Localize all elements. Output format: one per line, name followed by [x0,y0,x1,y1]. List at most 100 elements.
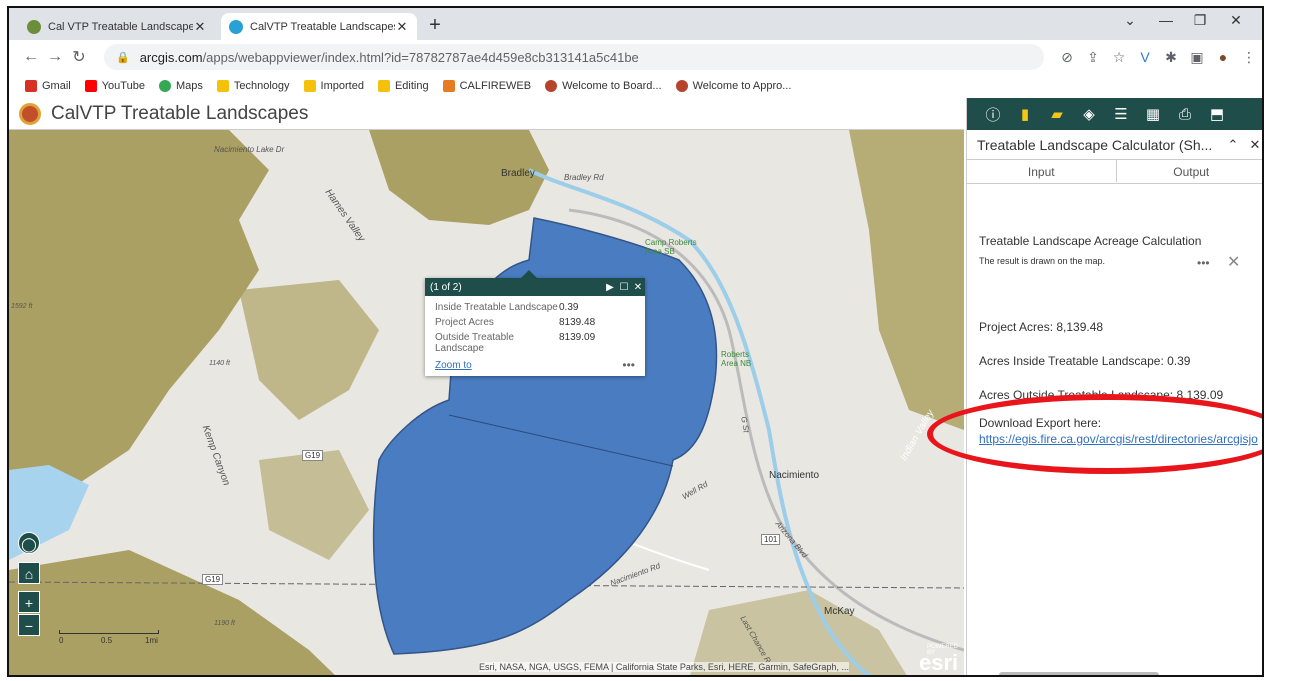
back-icon[interactable]: ← [19,48,43,66]
highlight-annotation-oval [927,394,1262,474]
bookmark-label: Technology [233,80,290,92]
bookmark-maps[interactable]: Maps [158,80,203,92]
browser-toolbar: ← → ↻ 🔒 arcgis.com /apps/webappviewer/in… [9,40,1262,74]
popup-header: (1 of 2) ▶ ☐ ✕ [425,278,645,296]
popup-field-label: Outside Treatable Landscape [435,332,514,354]
tab-output[interactable]: Output [1117,160,1263,183]
bookmarks-bar: Gmail YouTube Maps Technology Imported E… [9,74,1262,98]
result-heading: Treatable Landscape Acreage Calculation [979,234,1202,248]
info-icon[interactable]: ⓘ [977,104,1009,125]
esri-logo: esri [919,650,959,675]
browser-tab-1[interactable]: Cal VTP Treatable Landscapes - V ✕ [19,13,215,40]
zoom-in-button[interactable]: + [18,591,40,613]
forward-icon[interactable]: → [43,48,67,66]
bookmark-welcome-appro[interactable]: Welcome to Appro... [675,80,791,92]
place-label-mckay: McKay [824,606,855,617]
tab-close-icon[interactable]: ✕ [395,19,409,35]
close-panel-icon[interactable]: ✕ [1244,137,1262,153]
place-label-bradley: Bradley [501,168,535,179]
maps-icon [158,80,171,92]
bookmark-welcome-board[interactable]: Welcome to Board... [545,80,662,92]
elevation-label: 1140 ft [209,360,230,367]
address-bar[interactable]: 🔒 arcgis.com /apps/webappviewer/index.ht… [104,44,1044,70]
next-feature-icon[interactable]: ▶ [603,282,617,293]
share-icon[interactable]: ⇪ [1080,46,1106,68]
tab-close-icon[interactable]: ✕ [193,19,207,35]
bookmark-editing[interactable]: Editing [377,80,429,92]
shield-icon [545,80,558,92]
legend-list-icon[interactable]: ☰ [1105,105,1137,123]
place-label-camp-roberts-sb: Camp Roberts Area SB [645,238,697,256]
layers-icon[interactable]: ◈ [1073,105,1105,123]
folder-icon [303,80,316,92]
bookmark-label: Maps [175,80,203,92]
export-icon[interactable]: ⬒ [1201,105,1233,123]
bookmark-label: YouTube [101,80,145,92]
zoom-out-button[interactable]: − [18,614,40,636]
basemap-gallery-icon[interactable]: ▦ [1137,105,1169,123]
minimize-icon[interactable]: — [1153,12,1179,28]
profile-avatar[interactable]: ● [1210,46,1236,68]
calculator-widget-icon[interactable]: ▮ [1009,105,1041,123]
eye-off-icon[interactable]: ⊘ [1054,46,1080,68]
collapse-panel-icon[interactable]: ⌃ [1222,137,1244,153]
bookmark-label: Imported [320,80,364,92]
extension-v-icon[interactable]: V [1132,46,1158,68]
result-more-icon[interactable]: ••• [1197,256,1210,270]
map-canvas[interactable] [9,130,964,677]
road-shield-101: 101 [761,534,781,545]
feature-popup[interactable]: (1 of 2) ▶ ☐ ✕ Inside Treatable Landscap… [425,270,645,376]
bookmark-gmail[interactable]: Gmail [25,80,71,92]
bookmark-star-icon[interactable]: ☆ [1106,46,1132,68]
bookmark-label: CALFIREWEB [459,80,532,92]
side-panel-icon[interactable]: ▣ [1184,46,1210,68]
bookmark-calfireweb[interactable]: CALFIREWEB [442,80,532,92]
print-icon[interactable]: ⎙ [1169,106,1201,123]
panel-title: Treatable Landscape Calculator (Sh... [977,136,1213,153]
new-tab-icon[interactable]: + [423,14,447,37]
place-label-roberts-nb: Roberts Area NB [721,350,752,368]
folder-icon [377,80,390,92]
road-shield-g19: G19 [302,450,324,461]
bookmark-imported[interactable]: Imported [303,80,364,92]
notes-icon[interactable]: ▰ [1041,105,1073,123]
close-window-icon[interactable]: ✕ [1223,12,1249,29]
map-attribution: Esri, NASA, NGA, USGS, FEMA | California… [479,662,849,672]
popup-row: Project Acres 8139.48 [435,317,635,332]
popup-field-value: 8139.48 [559,317,596,328]
browser-tab-2[interactable]: CalVTP Treatable Landscapes ✕ [221,13,417,40]
youtube-icon [84,80,97,92]
map-view[interactable]: Bradley Bradley Rd Nacimiento Lake Dr Ha… [9,130,964,677]
scale-bar-line [59,630,159,634]
browser-tabstrip: Cal VTP Treatable Landscapes - V ✕ CalVT… [9,8,1262,40]
zoom-to-link[interactable]: Zoom to [435,360,472,371]
scale-bar: 0 0.5 1mi [59,630,159,645]
reload-icon[interactable]: ↻ [67,47,91,67]
acres-inside-text: Acres Inside Treatable Landscape: 0.39 [979,354,1191,368]
home-button[interactable]: ⌂ [18,562,40,584]
tab-favicon-icon [27,19,41,34]
close-popup-icon[interactable]: ✕ [631,282,645,293]
tab-input[interactable]: Input [967,160,1117,183]
popup-count: (1 of 2) [430,281,462,293]
menu-kebab-icon[interactable]: ⋮ [1236,46,1262,68]
elevation-label: 1190 ft [214,620,235,627]
maximize-icon[interactable]: ❐ [1187,12,1213,29]
result-close-icon[interactable]: ✕ [1227,252,1240,272]
popup-field-value: 0.39 [559,302,579,313]
maximize-popup-icon[interactable]: ☐ [617,282,631,293]
tab-search-icon[interactable]: ⌄ [1117,12,1143,29]
browser-toolbar-icons: ⊘ ⇪ ☆ V ✱ ▣ ● ⋮ [1054,46,1262,68]
widget-toolbar: ⓘ ▮ ▰ ◈ ☰ ▦ ⎙ ⬒ [967,98,1262,130]
extensions-puzzle-icon[interactable]: ✱ [1158,46,1184,68]
bookmark-technology[interactable]: Technology [216,80,290,92]
screenshot-frame: Cal VTP Treatable Landscapes - V ✕ CalVT… [7,6,1264,677]
bookmark-youtube[interactable]: YouTube [84,80,145,92]
bookmark-label: Gmail [42,80,71,92]
popup-more-icon[interactable]: ••• [622,358,635,372]
road-shield-g19-south: G19 [202,574,224,585]
popup-field-label: Project Acres [435,317,494,328]
locate-button[interactable]: ◯ [18,532,40,554]
horizontal-scrollbar[interactable] [999,672,1159,675]
shield-icon [675,80,688,92]
